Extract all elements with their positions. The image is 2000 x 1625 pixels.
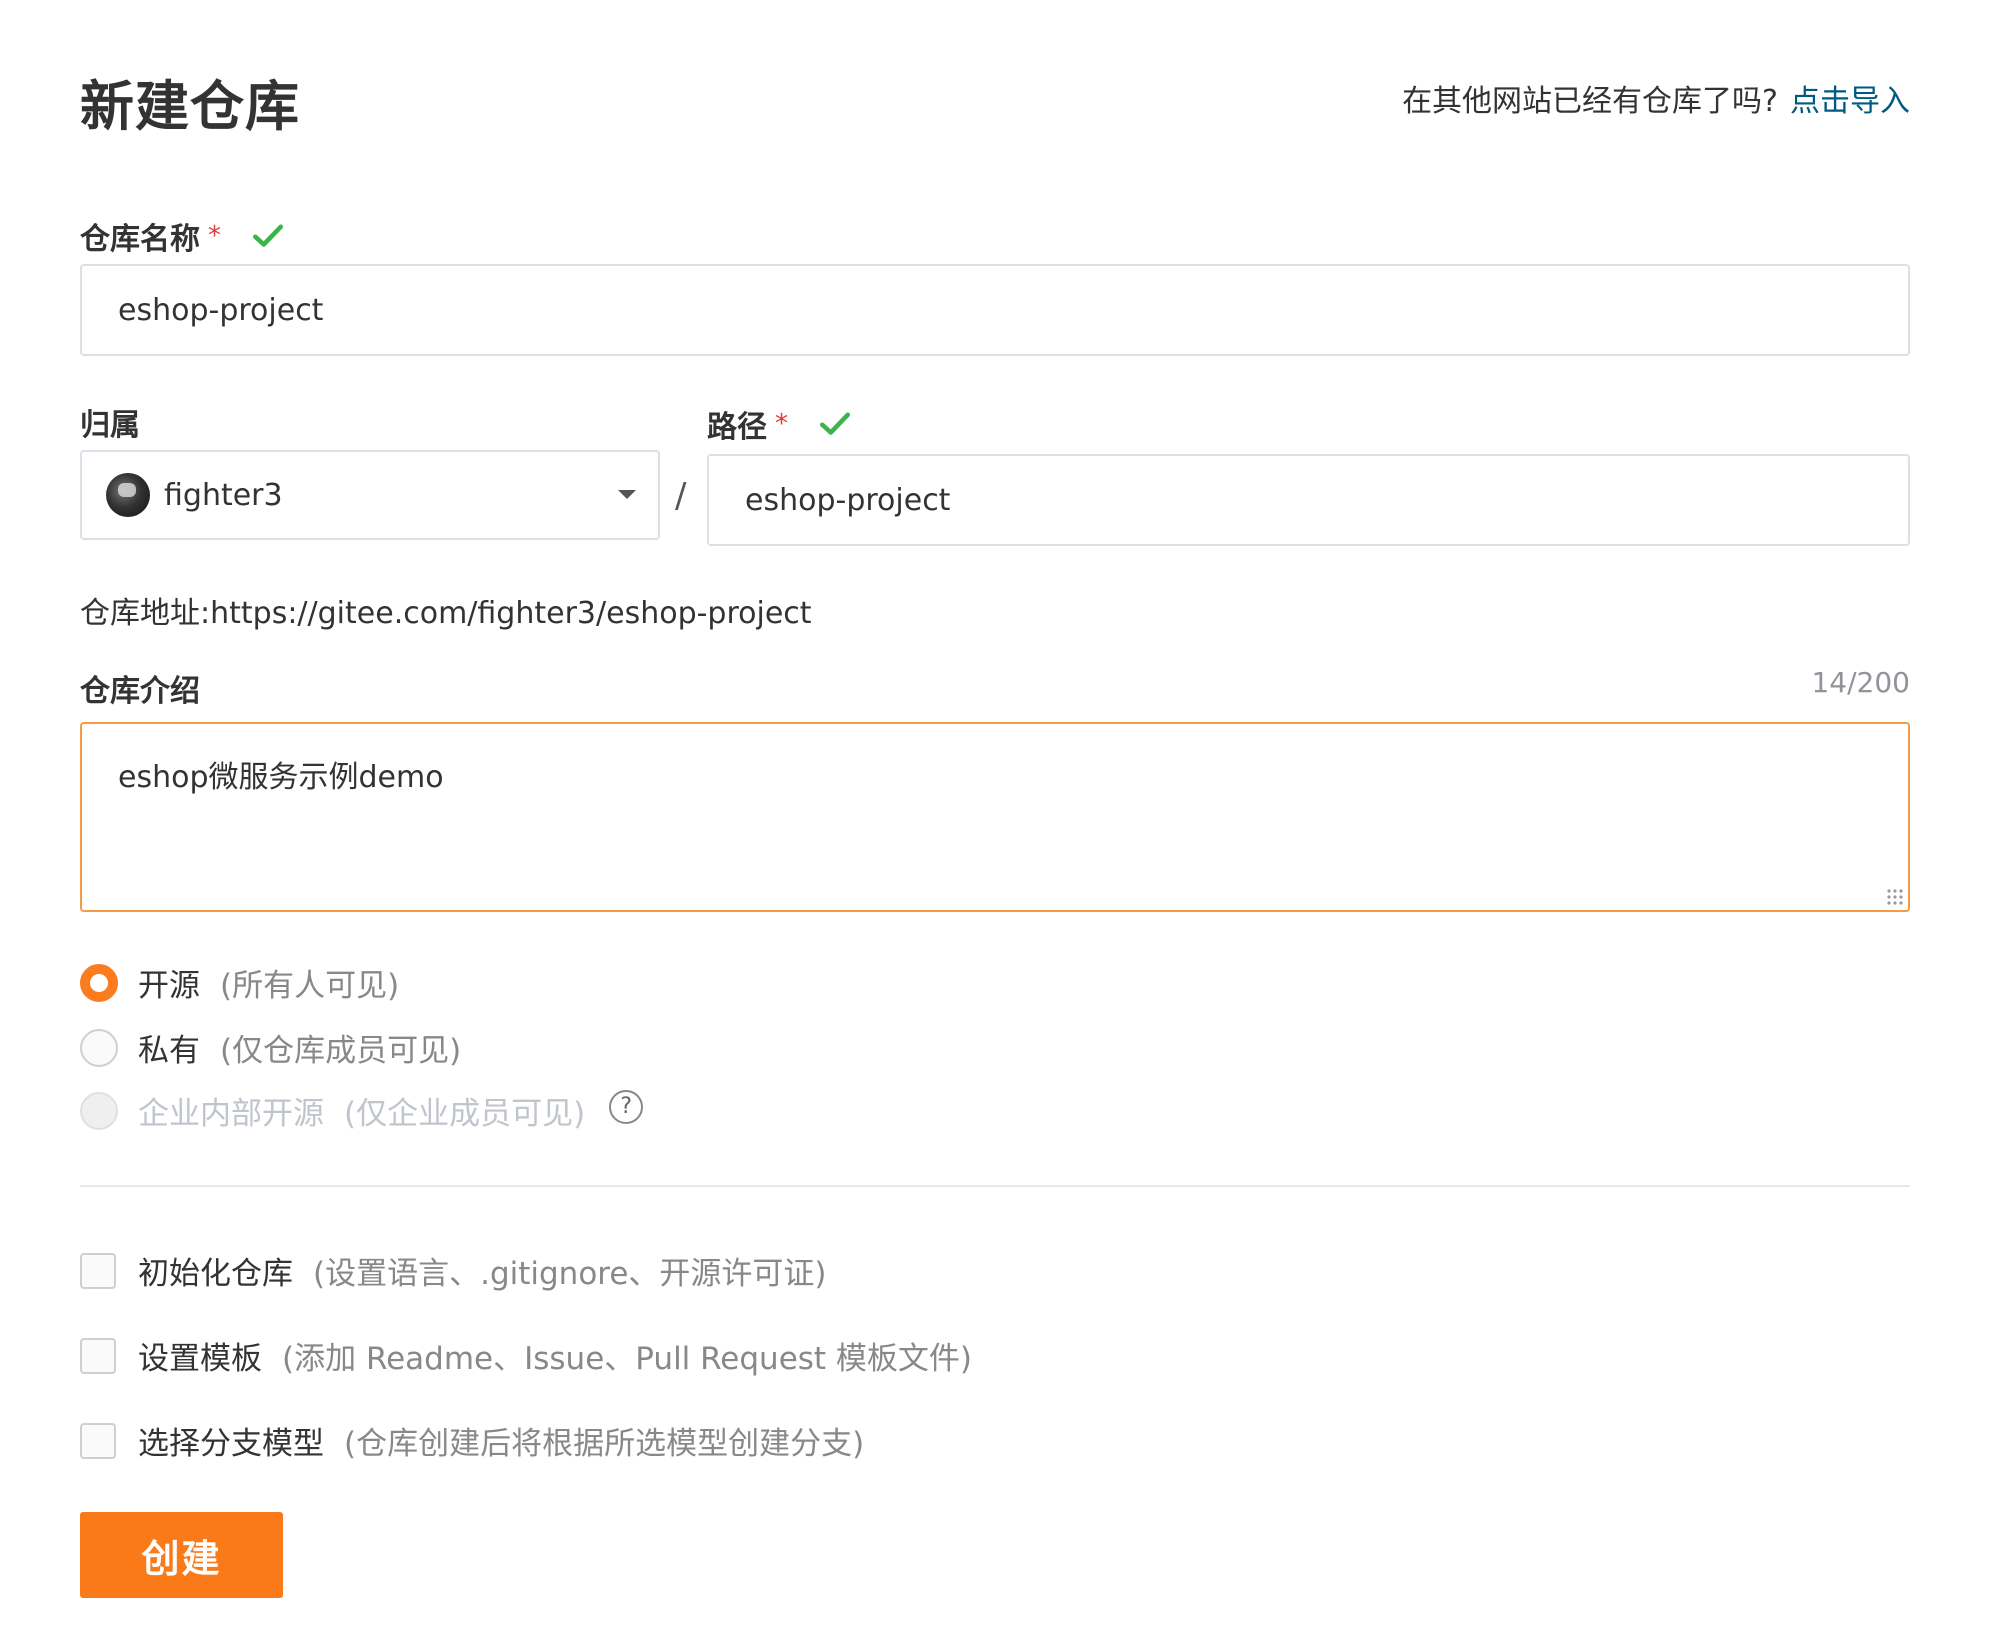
radio-button-checked[interactable]	[80, 963, 118, 1002]
checkbox[interactable]	[80, 1337, 116, 1374]
path-input[interactable]: eshop-project	[707, 454, 1910, 546]
description-textarea[interactable]: eshop微服务示例demo	[80, 722, 1910, 912]
chevron-down-icon	[618, 490, 636, 499]
path-separator: /	[675, 476, 687, 516]
radio-label: 开源	[138, 968, 200, 1004]
new-repo-page: 新建仓库 在其他网站已经有仓库了吗? 点击导入 仓库名称 * eshop-proj…	[0, 0, 2000, 1625]
checkbox[interactable]	[80, 1252, 116, 1289]
description-label-text: 仓库介绍	[80, 674, 200, 709]
checkbox-hint: (添加 Readme、Issue、Pull Request 模板文件)	[282, 1341, 973, 1377]
check-icon	[252, 224, 284, 247]
divider	[80, 1185, 1910, 1187]
radio-enterprise-internal: 企业内部开源 (仅企业成员可见) ?	[80, 1088, 644, 1133]
radio-label: 私有	[138, 1033, 200, 1069]
path-label: 路径 *	[707, 402, 852, 446]
radio-hint: (仅企业成员可见)	[344, 1096, 586, 1132]
checkbox[interactable]	[80, 1422, 116, 1459]
option-template[interactable]: 设置模板 (添加 Readme、Issue、Pull Request 模板文件)	[80, 1333, 972, 1378]
repo-name-label-text: 仓库名称	[80, 222, 200, 257]
import-hint: 在其他网站已经有仓库了吗? 点击导入	[1402, 76, 1910, 120]
checkbox-hint: (仓库创建后将根据所选模型创建分支)	[344, 1426, 865, 1462]
avatar	[106, 473, 150, 517]
page-title: 新建仓库	[80, 75, 300, 138]
import-hint-text: 在其他网站已经有仓库了吗?	[1402, 84, 1778, 119]
radio-button[interactable]	[80, 1028, 118, 1067]
radio-hint: (所有人可见)	[220, 968, 400, 1004]
path-value: eshop-project	[745, 482, 951, 518]
resize-handle[interactable]	[1886, 888, 1904, 906]
repo-name-value: eshop-project	[118, 292, 324, 328]
description-value: eshop微服务示例demo	[118, 760, 444, 795]
owner-name: fighter3	[164, 477, 283, 513]
page-header: 新建仓库 在其他网站已经有仓库了吗? 点击导入	[80, 62, 1910, 142]
repo-name-label: 仓库名称 *	[80, 214, 285, 258]
path-label-text: 路径	[707, 410, 767, 445]
radio-label: 企业内部开源	[138, 1096, 324, 1132]
checkbox-label: 选择分支模型	[138, 1426, 324, 1462]
radio-button-disabled	[80, 1091, 118, 1130]
owner-label-text: 归属	[80, 408, 140, 443]
import-link[interactable]: 点击导入	[1790, 84, 1910, 119]
owner-label: 归属	[80, 400, 140, 444]
checkbox-label: 设置模板	[138, 1341, 262, 1377]
radio-hint: (仅仓库成员可见)	[220, 1033, 462, 1069]
required-mark: *	[775, 409, 788, 439]
radio-private[interactable]: 私有 (仅仓库成员可见)	[80, 1025, 461, 1070]
option-init-repo[interactable]: 初始化仓库 (设置语言、.gitignore、开源许可证)	[80, 1248, 827, 1293]
radio-open-source[interactable]: 开源 (所有人可见)	[80, 960, 399, 1005]
description-label: 仓库介绍	[80, 666, 200, 710]
repo-address: 仓库地址:https://gitee.com/fighter3/eshop-pr…	[80, 596, 812, 631]
check-icon	[819, 412, 851, 435]
required-mark: *	[208, 221, 221, 251]
owner-select[interactable]: fighter3	[80, 450, 660, 540]
help-icon[interactable]: ?	[609, 1089, 644, 1124]
repo-name-input[interactable]: eshop-project	[80, 264, 1910, 356]
checkbox-label: 初始化仓库	[138, 1256, 293, 1292]
char-count: 14/200	[1811, 666, 1910, 699]
option-branch-model[interactable]: 选择分支模型 (仓库创建后将根据所选模型创建分支)	[80, 1418, 864, 1463]
create-button[interactable]: 创建	[80, 1512, 283, 1598]
checkbox-hint: (设置语言、.gitignore、开源许可证)	[313, 1256, 827, 1292]
